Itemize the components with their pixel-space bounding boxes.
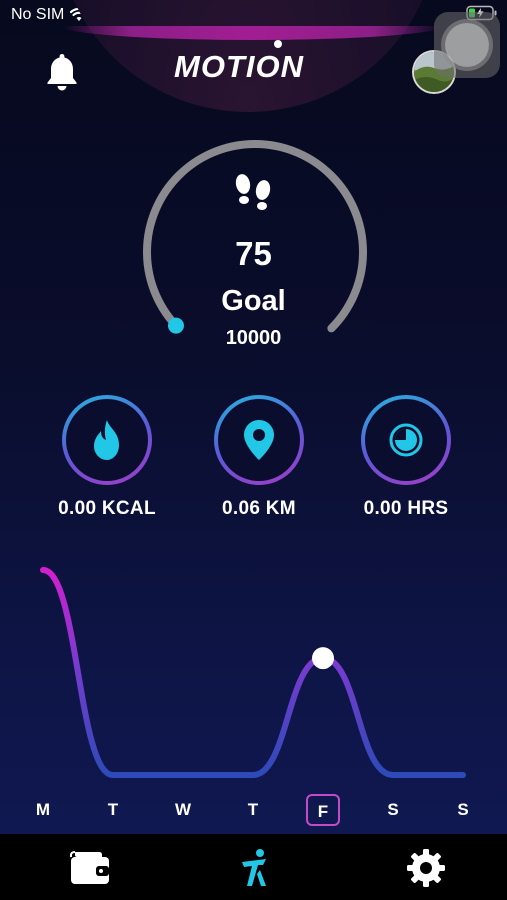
svg-text:MOTION: MOTION	[174, 49, 304, 84]
weekly-steps-chart	[40, 567, 466, 778]
bottom-navigation	[0, 834, 507, 900]
goal-value: 10000	[225, 327, 282, 349]
stat-calories-value: 0.00 KCAL	[58, 498, 156, 519]
stat-time-value: 0.00 HRS	[363, 498, 449, 519]
weekday-labels: MTWTFSS	[0, 794, 507, 828]
day-label-5[interactable]: S	[376, 794, 410, 826]
settings-gear-icon	[407, 849, 445, 887]
nav-activity[interactable]	[236, 848, 276, 893]
day-label-4[interactable]: F	[306, 794, 340, 826]
stat-distance-value: 0.06 KM	[222, 498, 296, 519]
footprints-icon	[235, 174, 271, 210]
wallet-icon	[70, 851, 109, 884]
clock-icon	[389, 423, 423, 457]
goal-label: Goal	[221, 285, 286, 317]
day-label-6[interactable]: S	[446, 794, 480, 826]
stat-distance-ring	[214, 395, 304, 485]
location-pin-icon	[244, 420, 274, 460]
flame-icon	[94, 420, 119, 460]
nav-wallet[interactable]	[69, 848, 111, 891]
stat-calories-ring	[62, 395, 152, 485]
day-label-3[interactable]: T	[236, 794, 270, 826]
app-screen: No SIM 7:15 PM MOTION	[0, 0, 507, 900]
assistive-touch-button[interactable]	[434, 12, 500, 78]
bell-icon[interactable]	[45, 52, 79, 92]
day-label-2[interactable]: W	[166, 794, 200, 826]
assistive-touch-knob	[445, 23, 489, 67]
motion-logo: MOTION	[174, 40, 304, 84]
steps-count: 75	[235, 235, 272, 272]
active-day-marker	[312, 647, 334, 670]
stat-time-ring	[361, 395, 451, 485]
nav-settings[interactable]	[406, 848, 446, 893]
weekly-steps-line	[40, 567, 466, 778]
activity-runner-icon	[242, 849, 266, 886]
day-label-1[interactable]: T	[96, 794, 130, 826]
logo-text: MOTION	[174, 49, 304, 84]
day-label-0[interactable]: M	[26, 794, 60, 826]
